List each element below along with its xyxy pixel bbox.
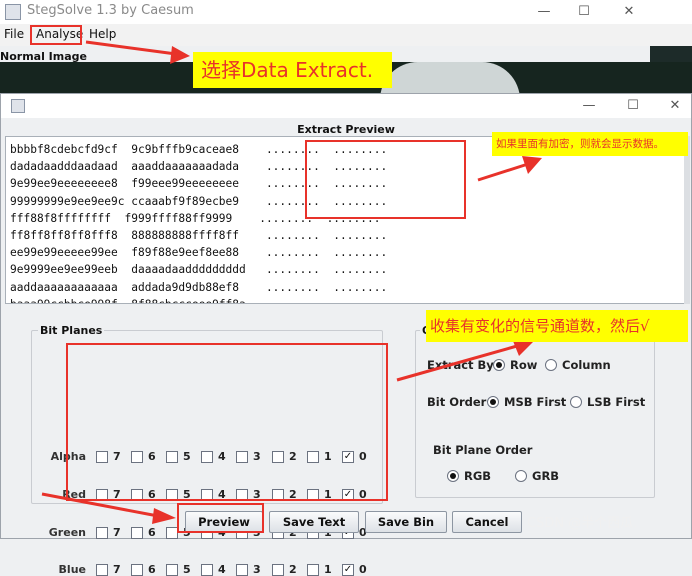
main-title-bar: StegSolve 1.3 by Caesum — ☐ ✕ xyxy=(0,0,692,24)
extract-by-column-radio[interactable] xyxy=(545,359,557,371)
preview-line: baaa99ccbbce998f 8f88cbccceee9ff8a .....… xyxy=(10,296,387,303)
save-bin-button[interactable]: Save Bin xyxy=(365,511,447,533)
bit-number-label: 7 xyxy=(113,563,121,576)
preview-scrollbar[interactable] xyxy=(684,136,690,304)
watermark: CSDN @半个西瓜. xyxy=(527,516,638,531)
msb-first-label: MSB First xyxy=(504,395,567,409)
bit-planes-highlight-box xyxy=(66,343,388,501)
grb-label: GRB xyxy=(532,469,560,483)
bit-number-label: 7 xyxy=(113,526,121,539)
lsb-first-radio[interactable] xyxy=(570,396,582,408)
dialog-close-icon[interactable]: ✕ xyxy=(665,96,685,116)
bit-number-label: 4 xyxy=(218,563,226,576)
minimize-icon[interactable]: — xyxy=(534,2,554,22)
preview-line: ee99e99eeeee99ee f89f88e9eef8ee88 ......… xyxy=(10,246,388,260)
dialog-app-icon xyxy=(11,99,25,113)
main-window-title: StegSolve 1.3 by Caesum xyxy=(27,3,194,18)
close-icon[interactable]: ✕ xyxy=(619,2,639,22)
bit-order-label: Bit Order xyxy=(427,395,487,409)
dialog-title-bar: — ☐ ✕ xyxy=(1,94,691,118)
lsb-first-label: LSB First xyxy=(587,395,646,409)
note-select-data-extract: 选择Data Extract. xyxy=(193,52,392,88)
bit-planes-title: Bit Planes xyxy=(38,324,105,337)
arrow-to-preview xyxy=(41,492,176,524)
save-text-button[interactable]: Save Text xyxy=(269,511,359,533)
maximize-icon[interactable]: ☐ xyxy=(574,2,594,22)
channel-label-green: Green xyxy=(48,526,86,539)
blue-bit-3-checkbox[interactable] xyxy=(236,564,248,576)
arrow-to-analyse xyxy=(85,40,190,64)
preview-line: aaddaaaaaaaaaaaa addada9d9db88ef8 ......… xyxy=(10,280,388,294)
analyse-highlight-box xyxy=(30,25,82,45)
encrypted-data-highlight-box xyxy=(305,140,466,219)
blue-bit-4-checkbox[interactable] xyxy=(201,564,213,576)
msb-first-radio[interactable] xyxy=(487,396,499,408)
blue-bit-0-checkbox[interactable]: ✓ xyxy=(342,564,354,576)
preview-button-highlight-box xyxy=(177,503,264,533)
grb-radio[interactable] xyxy=(515,470,527,482)
app-icon xyxy=(5,4,21,20)
dialog-maximize-icon[interactable]: ☐ xyxy=(623,96,643,116)
blue-bit-1-checkbox[interactable] xyxy=(307,564,319,576)
blue-bit-2-checkbox[interactable] xyxy=(272,564,284,576)
bit-plane-order-label: Bit Plane Order xyxy=(433,443,533,457)
green-bit-6-checkbox[interactable] xyxy=(131,527,143,539)
cancel-button[interactable]: Cancel xyxy=(452,511,522,533)
bit-number-label: 6 xyxy=(148,526,156,539)
bit-number-label: 2 xyxy=(289,563,297,576)
blue-bit-7-checkbox[interactable] xyxy=(96,564,108,576)
dialog-minimize-icon[interactable]: — xyxy=(579,96,599,116)
bit-number-label: 5 xyxy=(183,563,191,576)
preview-line: ff8ff8ff8ff8fff8 888888888ffff8ff ......… xyxy=(10,229,388,243)
bit-number-label: 1 xyxy=(324,563,332,576)
rgb-radio[interactable] xyxy=(447,470,459,482)
bit-number-label: 6 xyxy=(148,563,156,576)
note-encrypted-hint: 如果里面有加密，则就会显示数据。 xyxy=(492,132,688,156)
blue-bit-5-checkbox[interactable] xyxy=(166,564,178,576)
blue-bit-6-checkbox[interactable] xyxy=(131,564,143,576)
note-collect-channels: 收集有变化的信号通道数，然后√ xyxy=(426,310,688,342)
channel-label-blue: Blue xyxy=(58,563,86,576)
green-bit-7-checkbox[interactable] xyxy=(96,527,108,539)
bit-number-label: 0 xyxy=(359,563,367,576)
preview-line: 9e9999ee9ee99eeb daaaadaaddddddddd .....… xyxy=(10,263,388,277)
menu-file[interactable]: File xyxy=(4,27,24,41)
extract-by-column-label: Column xyxy=(562,358,611,372)
rgb-label: RGB xyxy=(464,469,492,483)
bit-number-label: 3 xyxy=(253,563,261,576)
